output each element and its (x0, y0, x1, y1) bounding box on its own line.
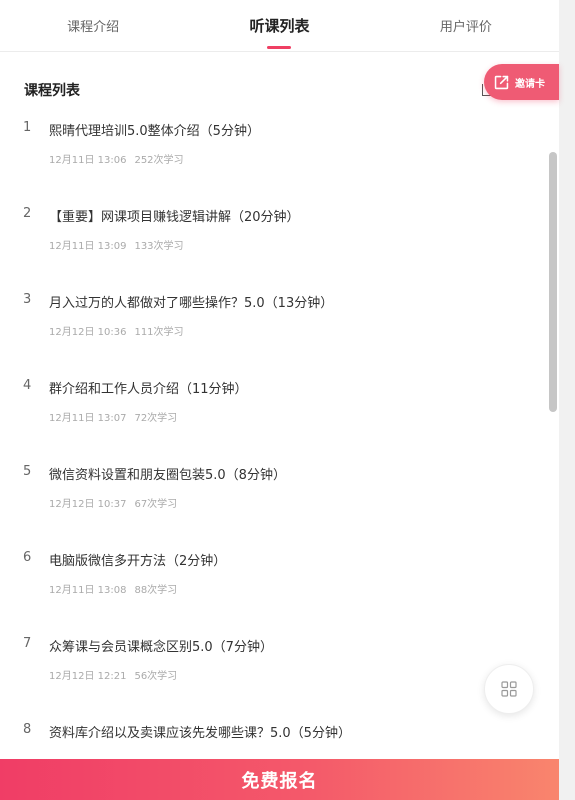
tab-lesson-list[interactable]: 听课列表 (186, 0, 372, 51)
free-signup-button[interactable]: 免费报名 (0, 759, 559, 800)
lesson-list: 1 熙晴代理培训5.0整体介绍（5分钟） 12月11日 13:06 252次学习 … (0, 110, 545, 760)
lesson-views: 72次学习 (134, 413, 178, 424)
lesson-views: 67次学习 (134, 499, 178, 510)
lesson-item[interactable]: 7 众筹课与会员课概念区别5.0（7分钟） 12月12日 12:21 56次学习 (0, 626, 545, 712)
lesson-title: 众筹课与会员课概念区别5.0（7分钟） (49, 640, 273, 655)
lesson-date: 12月12日 10:37 (49, 499, 127, 510)
lesson-title: 【重要】网课项目赚钱逻辑讲解（20分钟） (49, 210, 300, 225)
lesson-meta: 12月11日 13:08 88次学习 (49, 581, 177, 596)
tab-label: 听课列表 (249, 17, 310, 35)
lesson-index: 8 (23, 722, 32, 737)
section-header: 课程列表 (24, 80, 544, 100)
lesson-title: 月入过万的人都做对了哪些操作？5.0（13分钟） (49, 296, 334, 311)
lesson-index: 4 (23, 378, 32, 393)
lesson-meta: 12月11日 13:06 252次学习 (49, 151, 184, 166)
lesson-item[interactable]: 8 资料库介绍以及卖课应该先发哪些课？5.0（5分钟） (0, 712, 545, 760)
right-gutter (559, 0, 575, 800)
invite-card-label: 邀请卡 (515, 78, 545, 90)
invite-card-button[interactable]: 邀请卡 (484, 64, 559, 100)
lesson-item[interactable]: 4 群介绍和工作人员介绍（11分钟） 12月11日 13:07 72次学习 (0, 368, 545, 454)
tab-label: 用户评价 (439, 20, 492, 35)
lesson-meta: 12月11日 13:09 133次学习 (49, 237, 184, 252)
lesson-title: 资料库介绍以及卖课应该先发哪些课？5.0（5分钟） (49, 726, 351, 741)
tab-label: 课程介绍 (67, 20, 120, 35)
share-edit-icon (494, 75, 509, 89)
lesson-title: 熙晴代理培训5.0整体介绍（5分钟） (49, 124, 260, 139)
lesson-views: 56次学习 (134, 671, 178, 682)
lesson-meta: 12月12日 10:37 67次学习 (49, 495, 177, 510)
lesson-views: 88次学习 (134, 585, 178, 596)
lesson-date: 12月11日 13:06 (49, 155, 127, 166)
lesson-index: 2 (23, 206, 32, 221)
lesson-item[interactable]: 5 微信资料设置和朋友圈包装5.0（8分钟） 12月12日 10:37 67次学习 (0, 454, 545, 540)
lesson-title: 微信资料设置和朋友圈包装5.0（8分钟） (49, 468, 286, 483)
lesson-views: 252次学习 (134, 155, 184, 166)
lesson-views: 133次学习 (134, 241, 184, 252)
lesson-index: 5 (23, 464, 32, 479)
grid-icon (501, 681, 517, 697)
lesson-meta: 12月11日 13:07 72次学习 (49, 409, 177, 424)
lesson-meta: 12月12日 12:21 56次学习 (49, 667, 177, 682)
lesson-index: 6 (23, 550, 32, 565)
lesson-index: 1 (23, 120, 32, 135)
lesson-item[interactable]: 6 电脑版微信多开方法（2分钟） 12月11日 13:08 88次学习 (0, 540, 545, 626)
lesson-date: 12月12日 12:21 (49, 671, 127, 682)
active-tab-indicator (267, 46, 292, 49)
lesson-item[interactable]: 3 月入过万的人都做对了哪些操作？5.0（13分钟） 12月12日 10:36 1… (0, 282, 545, 368)
tab-bar: 课程介绍 听课列表 用户评价 (0, 0, 559, 52)
lesson-views: 111次学习 (134, 327, 184, 338)
lesson-date: 12月11日 13:07 (49, 413, 127, 424)
lesson-item[interactable]: 2 【重要】网课项目赚钱逻辑讲解（20分钟） 12月11日 13:09 133次学… (0, 196, 545, 282)
lesson-date: 12月12日 10:36 (49, 327, 127, 338)
menu-grid-button[interactable] (484, 664, 534, 714)
lesson-date: 12月11日 13:09 (49, 241, 127, 252)
lesson-title: 电脑版微信多开方法（2分钟） (49, 554, 227, 569)
tab-user-reviews[interactable]: 用户评价 (373, 0, 559, 51)
lesson-meta: 12月12日 10:36 111次学习 (49, 323, 184, 338)
lesson-index: 3 (23, 292, 32, 307)
lesson-list-page: 课程介绍 听课列表 用户评价 课程列表 邀请卡 1 熙晴代理培训5.0整体介绍（… (0, 0, 575, 800)
section-title: 课程列表 (24, 83, 80, 99)
lesson-item[interactable]: 1 熙晴代理培训5.0整体介绍（5分钟） 12月11日 13:06 252次学习 (0, 110, 545, 196)
free-signup-label: 免费报名 (241, 770, 318, 792)
scrollbar-thumb[interactable] (549, 152, 557, 412)
lesson-title: 群介绍和工作人员介绍（11分钟） (49, 382, 248, 397)
lesson-date: 12月11日 13:08 (49, 585, 127, 596)
tab-course-intro[interactable]: 课程介绍 (0, 0, 186, 51)
lesson-index: 7 (23, 636, 32, 651)
